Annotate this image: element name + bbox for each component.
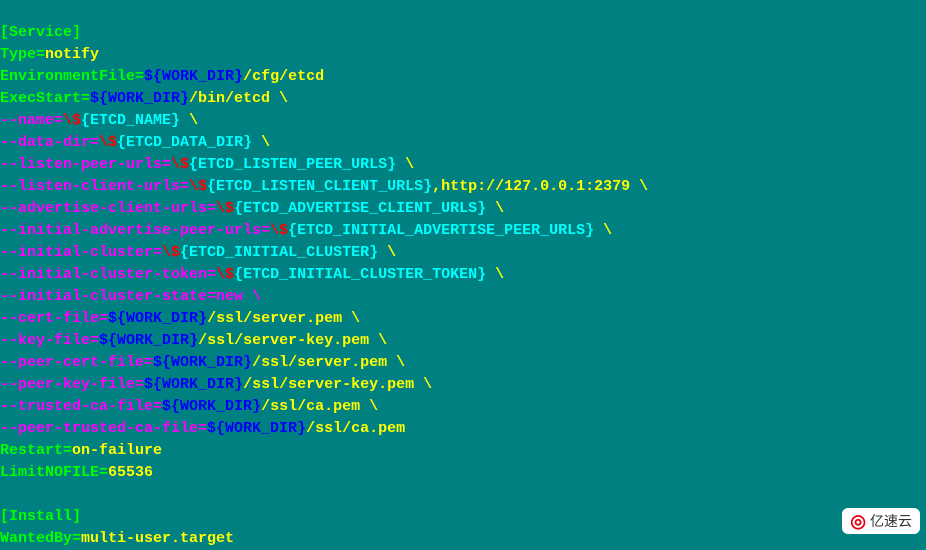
datadir-flag: --data-dir= [0,134,99,151]
workdir-1: ${WORK_DIR} [144,68,243,85]
section-service: [Service] [0,24,81,41]
iapu-flag: --initial-advertise-peer-urls= [0,222,270,239]
limit-val: 65536 [108,464,153,481]
acu-escape: \$ [216,200,234,217]
bs-8: \ [486,266,504,283]
iapu-var: {ETCD_INITIAL_ADVERTISE_PEER_URLS} [288,222,594,239]
section-install: [Install] [0,508,81,525]
keyfile-flag: --key-file= [0,332,99,349]
pcertfile-flag: --peer-cert-file= [0,354,153,371]
acu-var: {ETCD_ADVERTISE_CLIENT_URLS} [234,200,486,217]
bs-7: \ [378,244,396,261]
datadir-escape: \$ [99,134,117,151]
type-key: Type= [0,46,45,63]
pkeyfile-flag: --peer-key-file= [0,376,144,393]
restart-key: Restart= [0,442,72,459]
tcafile-flag: --trusted-ca-file= [0,398,162,415]
lcu-extra: ,http://127.0.0.1:2379 \ [432,178,648,195]
acu-flag: --advertise-client-urls= [0,200,216,217]
workdir-2: ${WORK_DIR} [90,90,189,107]
certfile-flag: --cert-file= [0,310,108,327]
pkeyfile-suffix: /ssl/server-key.pem \ [243,376,432,393]
bs-1: \ [180,112,198,129]
ic-escape: \$ [162,244,180,261]
workdir-6: ${WORK_DIR} [144,376,243,393]
ict-var: {ETCD_INITIAL_CLUSTER_TOKEN} [234,266,486,283]
tcafile-suffix: /ssl/ca.pem \ [261,398,378,415]
bs-3: \ [396,156,414,173]
wantedby-key: WantedBy= [0,530,81,547]
pcertfile-suffix: /ssl/server.pem \ [252,354,405,371]
workdir-3: ${WORK_DIR} [108,310,207,327]
name-escape: \$ [63,112,81,129]
lcu-escape: \$ [189,178,207,195]
ict-flag: --initial-cluster-token= [0,266,216,283]
ics-line: --initial-cluster-state=new \ [0,288,261,305]
name-var: {ETCD_NAME} [81,112,180,129]
watermark-icon: ◎ [850,510,866,532]
lcu-var: {ETCD_LISTEN_CLIENT_URLS} [207,178,432,195]
lpu-flag: --listen-peer-urls= [0,156,171,173]
workdir-7: ${WORK_DIR} [162,398,261,415]
envfile-suffix: /cfg/etcd [243,68,324,85]
workdir-4: ${WORK_DIR} [99,332,198,349]
limit-key: LimitNOFILE= [0,464,108,481]
ic-var: {ETCD_INITIAL_CLUSTER} [180,244,378,261]
code-block: [Service] Type=notify EnvironmentFile=${… [0,0,926,550]
keyfile-suffix: /ssl/server-key.pem \ [198,332,387,349]
lcu-flag: --listen-client-urls= [0,178,189,195]
watermark-text: 亿速云 [870,510,912,532]
workdir-8: ${WORK_DIR} [207,420,306,437]
envfile-key: EnvironmentFile= [0,68,144,85]
wantedby-val: multi-user.target [81,530,234,547]
ic-flag: --initial-cluster= [0,244,162,261]
execstart-suffix: /bin/etcd \ [189,90,288,107]
ict-escape: \$ [216,266,234,283]
iapu-escape: \$ [270,222,288,239]
name-flag: --name= [0,112,63,129]
restart-val: on-failure [72,442,162,459]
type-val: notify [45,46,99,63]
ptcafile-flag: --peer-trusted-ca-file= [0,420,207,437]
execstart-key: ExecStart= [0,90,90,107]
lpu-escape: \$ [171,156,189,173]
bs-6: \ [594,222,612,239]
watermark: ◎ 亿速云 [842,508,920,534]
workdir-5: ${WORK_DIR} [153,354,252,371]
ptcafile-suffix: /ssl/ca.pem [306,420,405,437]
bs-5: \ [486,200,504,217]
lpu-var: {ETCD_LISTEN_PEER_URLS} [189,156,396,173]
bs-2: \ [252,134,270,151]
datadir-var: {ETCD_DATA_DIR} [117,134,252,151]
certfile-suffix: /ssl/server.pem \ [207,310,360,327]
